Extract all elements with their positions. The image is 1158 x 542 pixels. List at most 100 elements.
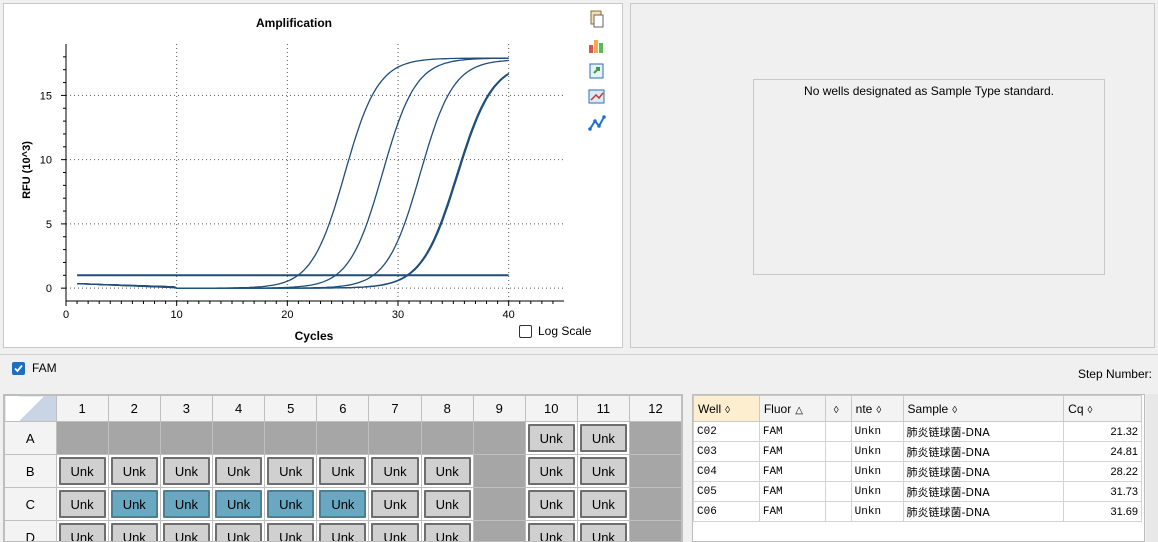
cell-fluor[interactable]: FAM [758, 441, 826, 462]
plate-well[interactable]: Unk [576, 421, 630, 455]
plate-row-header[interactable]: A [4, 421, 57, 455]
sort-icon[interactable]: △ [795, 405, 803, 416]
results-scrollbar[interactable] [1146, 394, 1158, 542]
plate-well-empty[interactable] [107, 421, 161, 455]
cell-target[interactable] [824, 481, 852, 502]
plate-well-button[interactable]: Unk [579, 523, 627, 541]
plate-well-button[interactable]: Unk [58, 457, 106, 485]
plate-well[interactable]: Unk [420, 487, 474, 521]
plate-well-button[interactable]: Unk [579, 457, 627, 485]
cell-sample[interactable]: 肺炎链球菌-DNA [902, 461, 1065, 482]
plate-well[interactable]: Unk [55, 454, 109, 488]
table-row[interactable]: C04 FAM Unkn 肺炎链球菌-DNA 28.22 [693, 461, 1142, 482]
plate-well[interactable]: Unk [420, 454, 474, 488]
sort-icon[interactable]: ◊ [952, 405, 957, 416]
plate-well-button[interactable]: Unk [423, 523, 471, 541]
plate-col-header[interactable]: 8 [420, 395, 474, 422]
plate-well-button[interactable]: Unk [527, 457, 575, 485]
cell-target[interactable] [824, 421, 852, 442]
col-header-fluor[interactable]: Fluor △ [758, 395, 826, 422]
export-icon[interactable] [587, 61, 607, 81]
plate-col-header[interactable]: 5 [264, 395, 318, 422]
sort-icon[interactable]: ◊ [834, 405, 839, 416]
plate-well[interactable]: Unk [107, 454, 161, 488]
table-row[interactable]: C02 FAM Unkn 肺炎链球菌-DNA 21.32 [693, 421, 1142, 442]
plate-well[interactable]: Unk [55, 487, 109, 521]
plate-well-button[interactable]: Unk [423, 490, 471, 518]
plate-well[interactable]: Unk [524, 454, 578, 488]
plate-well-button[interactable]: Unk [162, 457, 210, 485]
plate-well-empty[interactable] [628, 487, 682, 521]
plate-well-button[interactable]: Unk [162, 523, 210, 541]
plate-well[interactable]: Unk [316, 454, 370, 488]
plate-well-button[interactable]: Unk [371, 490, 419, 518]
plate-well-empty[interactable] [55, 421, 109, 455]
cell-target[interactable] [824, 501, 852, 522]
plate-well-empty[interactable] [628, 454, 682, 488]
cell-content[interactable]: Unkn [850, 421, 904, 442]
cell-cq[interactable]: 24.81 [1063, 441, 1142, 462]
cell-sample[interactable]: 肺炎链球菌-DNA [902, 421, 1065, 442]
plate-well-empty[interactable] [472, 520, 526, 541]
cell-target[interactable] [824, 441, 852, 462]
cell-fluor[interactable]: FAM [758, 421, 826, 442]
cell-content[interactable]: Unkn [850, 481, 904, 502]
plate-col-header[interactable]: 1 [55, 395, 109, 422]
plate-well-empty[interactable] [368, 421, 422, 455]
table-row[interactable]: C06 FAM Unkn 肺炎链球菌-DNA 31.69 [693, 501, 1142, 522]
table-row[interactable]: C05 FAM Unkn 肺炎链球菌-DNA 31.73 [693, 481, 1142, 502]
plate-well-button[interactable]: Unk [579, 490, 627, 518]
col-header-sample[interactable]: Sample ◊ [902, 395, 1065, 422]
cell-cq[interactable]: 31.73 [1063, 481, 1142, 502]
plate-well-empty[interactable] [159, 421, 213, 455]
sort-icon[interactable]: ◊ [876, 405, 881, 416]
plate-well[interactable]: Unk [264, 487, 318, 521]
cell-cq[interactable]: 28.22 [1063, 461, 1142, 482]
cell-well[interactable]: C05 [693, 481, 760, 502]
plate-col-header[interactable]: 3 [159, 395, 213, 422]
col-header-cq[interactable]: Cq ◊ [1063, 395, 1142, 422]
plate-well-button[interactable]: Unk [214, 457, 263, 485]
copy-icon[interactable] [587, 9, 607, 29]
col-header-content[interactable]: nte ◊ [850, 395, 904, 422]
plate-well-button[interactable]: Unk [110, 457, 158, 485]
plate-well[interactable]: Unk [55, 520, 109, 541]
fam-checkbox[interactable] [12, 362, 25, 375]
plate-well[interactable]: Unk [576, 520, 630, 541]
cell-fluor[interactable]: FAM [758, 461, 826, 482]
cell-cq[interactable]: 21.32 [1063, 421, 1142, 442]
col-header-target[interactable]: ◊ [824, 395, 852, 422]
plate-well-empty[interactable] [316, 421, 370, 455]
plate-well-button[interactable]: Unk [267, 523, 315, 541]
plate-corner[interactable] [4, 395, 57, 422]
cell-well[interactable]: C04 [693, 461, 760, 482]
plate-well[interactable]: Unk [576, 454, 630, 488]
plate-col-header[interactable]: 11 [576, 395, 630, 422]
plate-well-button[interactable]: Unk [371, 457, 419, 485]
plate-well[interactable]: Unk [159, 454, 213, 488]
cell-well[interactable]: C02 [693, 421, 760, 442]
cell-sample[interactable]: 肺炎链球菌-DNA [902, 501, 1065, 522]
plate-well-button[interactable]: Unk [371, 523, 419, 541]
plate-well[interactable]: Unk [576, 487, 630, 521]
plate-well-button[interactable]: Unk [527, 424, 575, 452]
table-row[interactable]: C03 FAM Unkn 肺炎链球菌-DNA 24.81 [693, 441, 1142, 462]
cell-content[interactable]: Unkn [850, 501, 904, 522]
plate-well-button[interactable]: Unk [319, 457, 367, 485]
cell-cq[interactable]: 31.69 [1063, 501, 1142, 522]
plate-well[interactable]: Unk [368, 454, 422, 488]
plate-well[interactable]: Unk [211, 454, 266, 488]
plate-row-header[interactable]: D [4, 520, 57, 541]
plate-well[interactable]: Unk [159, 520, 213, 541]
plate-well-button[interactable]: Unk [214, 490, 263, 518]
log-scale-checkbox[interactable] [519, 324, 532, 338]
plate-row-header[interactable]: B [4, 454, 57, 488]
plate-well[interactable]: Unk [368, 520, 422, 541]
cell-well[interactable]: C03 [693, 441, 760, 462]
plate-well-empty[interactable] [628, 421, 682, 455]
plate-col-header[interactable]: 7 [368, 395, 422, 422]
plate-well-button[interactable]: Unk [267, 490, 315, 518]
plate-col-header[interactable]: 2 [107, 395, 161, 422]
plate-well-button[interactable]: Unk [423, 457, 471, 485]
plate-well-empty[interactable] [211, 421, 266, 455]
